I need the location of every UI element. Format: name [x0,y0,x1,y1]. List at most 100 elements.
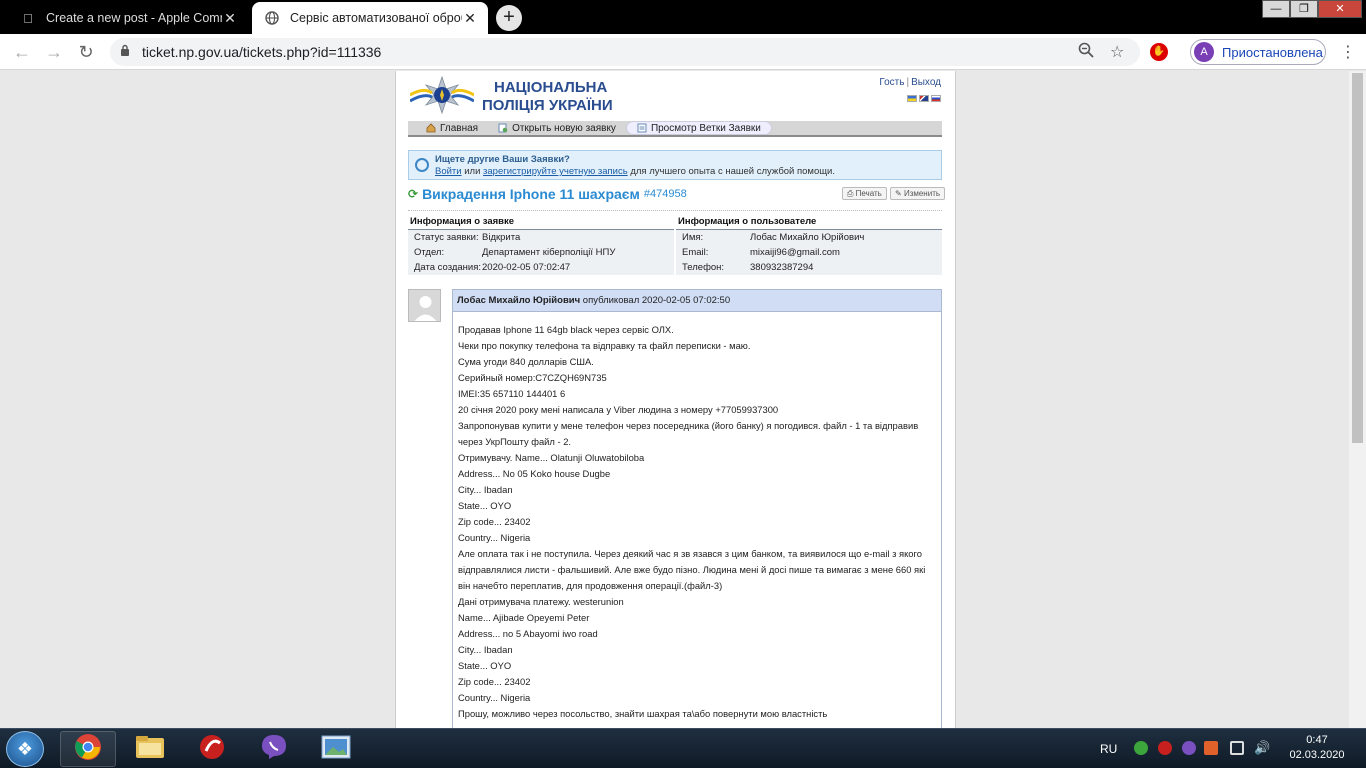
post-line: Чеки про покупку телефона та відправку т… [458,340,751,351]
viber-icon [260,733,288,766]
uk-flag-icon[interactable] [919,95,929,102]
page-scrollbar[interactable] [1349,71,1366,728]
network-icon[interactable] [1230,741,1244,755]
russia-flag-icon[interactable] [931,95,941,102]
new-tab-button[interactable]: + [496,5,522,31]
logout-link[interactable]: Выход [911,77,941,88]
print-label: Печать [855,189,882,198]
info-key: Email: [682,247,709,258]
user-row-phone: Телефон: 380932387294 [676,260,942,275]
tab-title: Сервіс автоматизованої оброб [290,11,462,25]
site-brand[interactable]: НАЦІОНАЛЬНА ПОЛІЦІЯ УКРАЇНИ [482,79,613,115]
viber-tray-icon[interactable] [1182,741,1196,755]
edit-button[interactable]: ✎ Изменить [890,187,946,200]
taskbar-photo-viewer[interactable] [308,731,364,767]
taskbar-explorer[interactable] [122,731,178,767]
nav-label: Открыть новую заявку [512,122,616,134]
refresh-icon[interactable]: ⟳ [408,187,418,201]
register-link[interactable]: зарегистрируйте учетную запись [483,166,628,177]
taskbar-opera[interactable] [184,731,240,767]
edit-label: Изменить [903,189,941,198]
browser-menu-icon[interactable]: ⋮ [1340,42,1356,62]
post-line: State... OYO [458,660,512,671]
info-row-department: Отдел: Департамент кіберполіції НПУ [408,245,674,260]
ticket-title: ⟳ Викрадення Iphone 11 шахраєм #474958 [408,186,687,202]
opera-tray-icon[interactable] [1158,741,1172,755]
tab-police-service[interactable]: Сервіс автоматизованої оброб ✕ [252,2,488,34]
brand-line-2: ПОЛІЦІЯ УКРАЇНИ [482,97,613,114]
chrome-icon [74,733,102,766]
divider [408,210,942,211]
print-button[interactable]: ⎙ Печать [842,187,887,200]
close-window-button[interactable]: ✕ [1318,0,1362,18]
home-icon [426,123,436,133]
volume-icon[interactable]: 🔊 [1254,741,1270,755]
post-line: Zip code... 23402 [458,516,531,527]
taskbar-viber[interactable] [246,731,302,767]
adblock-extension-icon[interactable]: ✋ [1150,43,1168,61]
nav-home[interactable]: Главная [416,121,488,135]
forward-arrow-icon[interactable]: → [42,40,66,64]
zoom-icon[interactable] [1078,42,1094,63]
user-row-name: Имя: Лобас Михайло Юрійович [676,230,942,245]
notice-or: или [464,166,481,177]
nav-view-ticket-thread[interactable]: Просмотр Ветки Заявки [625,121,772,135]
minimize-window-button[interactable]: — [1262,0,1290,18]
address-bar[interactable]: ticket.np.gov.ua/tickets.php?id=111336 ☆ [110,38,1140,66]
post-line: Address... no 5 Abayomi iwo road [458,628,598,639]
main-nav: Главная Открыть новую заявку Просмотр Ве… [408,121,942,137]
alert-tray-icon[interactable] [1204,741,1218,755]
ticket-thread-icon [637,123,647,133]
back-arrow-icon[interactable]: ← [10,40,34,64]
ticket-info-table: Статус заявки: Відкрита Отдел: Департамент… [408,229,674,275]
page-container: НАЦІОНАЛЬНА ПОЛІЦІЯ УКРАЇНИ Гость | Выход … [395,71,956,728]
utorrent-tray-icon[interactable] [1134,741,1148,755]
close-tab-icon[interactable]: ✕ [222,10,238,27]
taskbar-chrome[interactable] [60,731,116,767]
scrollbar-thumb[interactable] [1352,73,1363,443]
post-line: Серийный номер:C7CZQH69N735 [458,372,607,383]
close-tab-icon[interactable]: ✕ [462,10,478,27]
post-line: IMEI:35 657110 144401 6 [458,388,566,399]
compass-icon [415,158,429,172]
nav-label: Главная [440,122,479,134]
info-value: Департамент кіберполіції НПУ [482,247,616,258]
police-logo-icon[interactable] [409,75,475,115]
post-line: City... Ibadan [458,644,513,655]
reload-icon[interactable]: ↻ [74,40,98,64]
info-value: Лобас Михайло Юрійович [750,232,865,243]
notice-text: Войти или зарегистрируйте учетную запись… [435,166,835,177]
tab-apple-community[interactable]:  Create a new post - Apple Comm ✕ [8,2,248,34]
ticket-number: #474958 [643,188,687,200]
clock-date: 02.03.2020 [1289,749,1345,761]
login-link[interactable]: Войти [435,166,462,177]
profile-avatar: A [1194,42,1214,62]
top-links: Гость | Выход [879,77,941,88]
info-value: 380932387294 [750,262,814,273]
language-indicator[interactable]: RU [1100,729,1117,768]
start-button[interactable]: ❖ [6,731,44,767]
bookmark-star-icon[interactable]: ☆ [1110,42,1124,62]
ticket-subject: Викрадення Iphone 11 шахраєм [422,186,640,202]
info-value: Відкрита [482,232,521,243]
info-key: Имя: [682,232,704,243]
url-text: ticket.np.gov.ua/tickets.php?id=111336 [142,44,382,60]
thread-post: Лобас Михайло Юрійович опубликовал 2020-… [452,289,942,728]
post-line: City... Ibadan [458,484,513,495]
post-line: Отримувачу. Name... Olatunji Oluwatobilo… [458,452,645,463]
nav-open-ticket[interactable]: Открыть новую заявку [488,121,626,135]
post-line: Address... No 05 Koko house Dugbe [458,468,611,479]
nav-label: Просмотр Ветки Заявки [650,122,761,134]
post-line: він начебто переплатив, для продовження … [458,580,723,591]
post-author: Лобас Михайло Юрійович [457,295,581,306]
post-line: через УкрПошту файл - 2. [458,436,572,447]
post-line: Country... Nigeria [458,532,531,543]
system-clock[interactable]: 0:47 02.03.2020 [1284,733,1350,763]
profile-button[interactable]: A Приостановлена [1190,39,1326,65]
browser-app-icon [198,733,226,766]
ukraine-flag-icon[interactable] [907,95,917,102]
info-key: Телефон: [682,262,725,273]
maximize-window-button[interactable]: ❐ [1290,0,1318,18]
other-tickets-notice: Ищете другие Ваши Заявки? Войти или заре… [408,150,942,180]
notice-title: Ищете другие Ваши Заявки? [435,154,570,165]
